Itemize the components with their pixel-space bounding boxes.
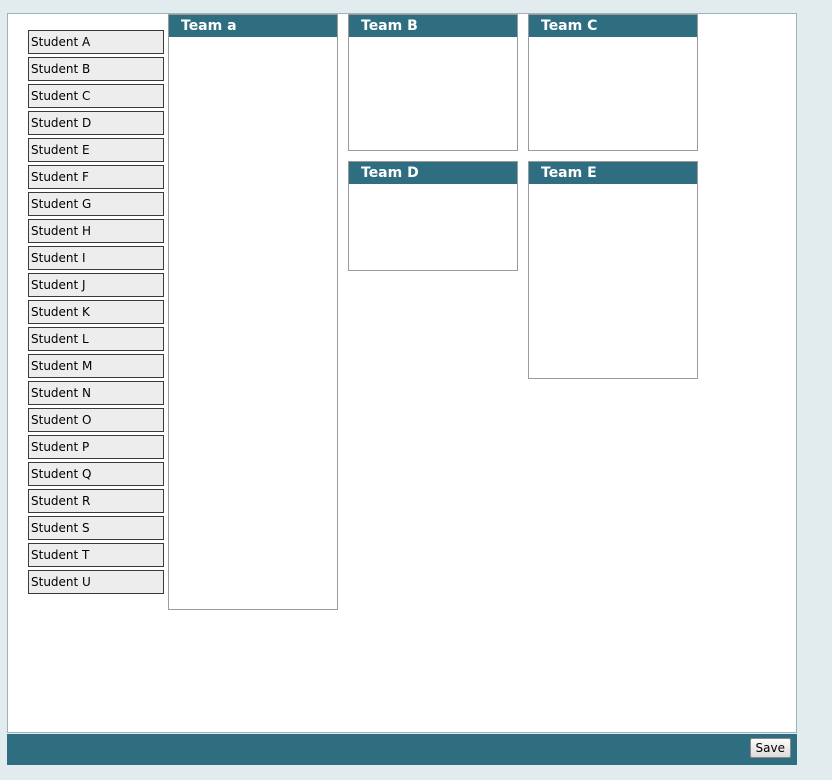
team-b-title: Team B bbox=[349, 15, 517, 37]
student-item-m[interactable]: Student M bbox=[28, 354, 164, 378]
team-c-panel: Team C bbox=[528, 14, 698, 151]
student-item-i[interactable]: Student I bbox=[28, 246, 164, 270]
team-c-title: Team C bbox=[529, 15, 697, 37]
student-item-u[interactable]: Student U bbox=[28, 570, 164, 594]
student-item-r[interactable]: Student R bbox=[28, 489, 164, 513]
student-item-c[interactable]: Student C bbox=[28, 84, 164, 108]
student-item-k[interactable]: Student K bbox=[28, 300, 164, 324]
student-item-f[interactable]: Student F bbox=[28, 165, 164, 189]
team-a-title: Team a bbox=[169, 15, 337, 37]
footer-bar: Save bbox=[7, 734, 797, 765]
student-item-q[interactable]: Student Q bbox=[28, 462, 164, 486]
student-item-n[interactable]: Student N bbox=[28, 381, 164, 405]
student-item-h[interactable]: Student H bbox=[28, 219, 164, 243]
student-item-e[interactable]: Student E bbox=[28, 138, 164, 162]
team-d-dropzone[interactable] bbox=[349, 184, 517, 270]
team-e-dropzone[interactable] bbox=[529, 184, 697, 378]
student-item-a[interactable]: Student A bbox=[28, 30, 164, 54]
team-a-panel: Team a bbox=[168, 14, 338, 610]
student-item-p[interactable]: Student P bbox=[28, 435, 164, 459]
team-e-panel: Team E bbox=[528, 161, 698, 379]
team-a-dropzone[interactable] bbox=[169, 37, 337, 609]
student-item-l[interactable]: Student L bbox=[28, 327, 164, 351]
student-item-t[interactable]: Student T bbox=[28, 543, 164, 567]
student-item-j[interactable]: Student J bbox=[28, 273, 164, 297]
team-d-title: Team D bbox=[349, 162, 517, 184]
team-b-dropzone[interactable] bbox=[349, 37, 517, 150]
student-list: Student A Student B Student C Student D … bbox=[28, 30, 164, 597]
student-item-d[interactable]: Student D bbox=[28, 111, 164, 135]
student-item-b[interactable]: Student B bbox=[28, 57, 164, 81]
team-e-title: Team E bbox=[529, 162, 697, 184]
team-b-panel: Team B bbox=[348, 14, 518, 151]
student-item-s[interactable]: Student S bbox=[28, 516, 164, 540]
student-item-o[interactable]: Student O bbox=[28, 408, 164, 432]
student-item-g[interactable]: Student G bbox=[28, 192, 164, 216]
team-d-panel: Team D bbox=[348, 161, 518, 271]
save-button[interactable]: Save bbox=[749, 738, 791, 758]
team-c-dropzone[interactable] bbox=[529, 37, 697, 150]
